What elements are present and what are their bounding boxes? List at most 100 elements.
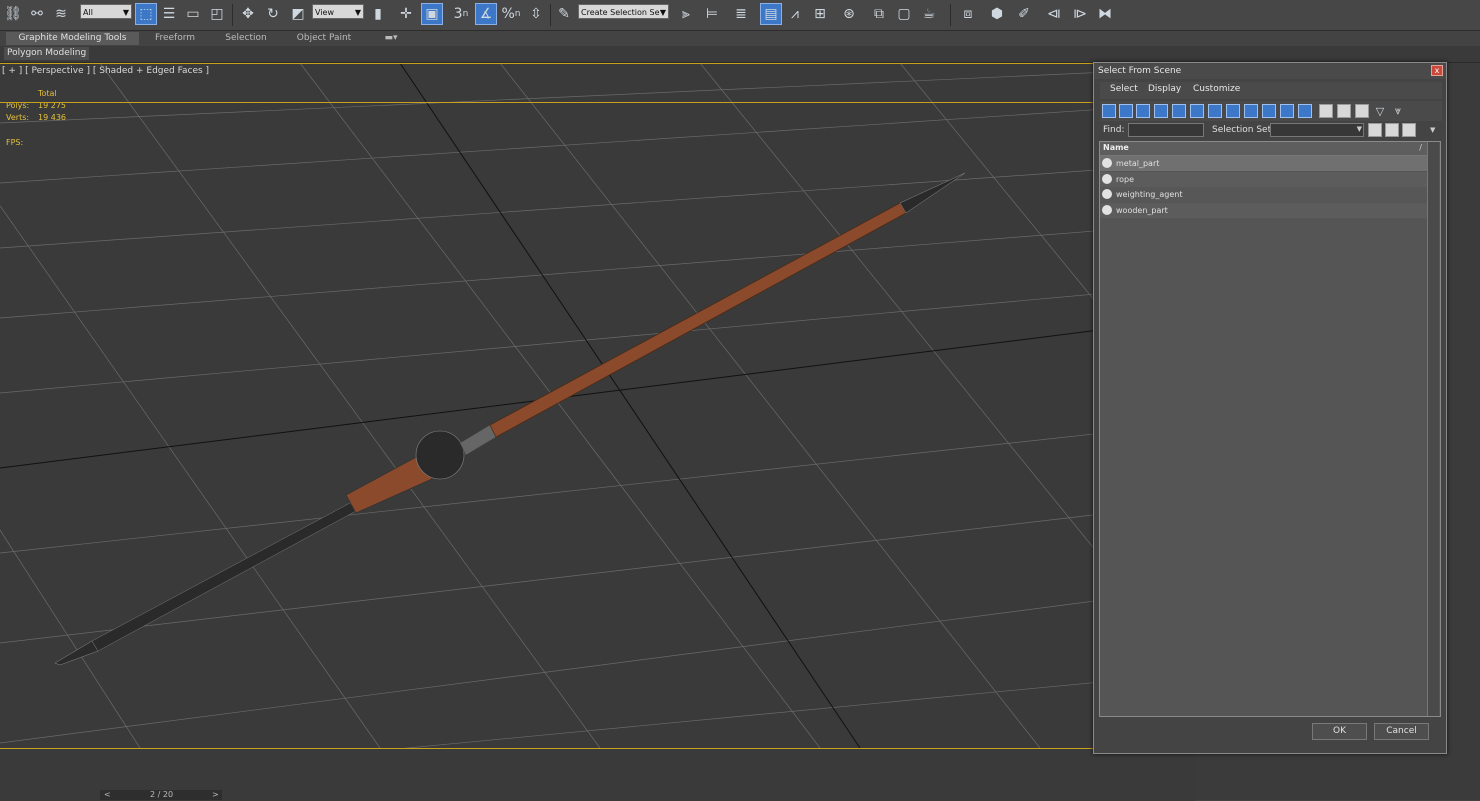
list-item[interactable]: metal_part (1100, 156, 1428, 171)
time-prev-button[interactable]: < (104, 790, 111, 799)
material-editor-icon[interactable]: ⊛ (838, 3, 860, 25)
list-scrollbar[interactable] (1427, 142, 1439, 716)
unlink-icon[interactable]: ⚯ (26, 3, 48, 25)
verts-label: Verts: (6, 113, 30, 122)
time-next-button[interactable]: > (212, 790, 219, 799)
selection-set-create-icon[interactable] (1368, 123, 1382, 137)
filter-geometry-icon[interactable] (1102, 104, 1116, 118)
spinner-snap-icon[interactable]: ⇳ (525, 3, 547, 25)
mirror-icon[interactable]: ⫸ (675, 3, 697, 25)
verts-value: 19 436 (38, 113, 66, 122)
ribbon-options-icon[interactable]: ▬▾ (380, 32, 402, 45)
close-icon[interactable]: x (1431, 65, 1443, 76)
tab-freeform[interactable]: Freeform (142, 32, 208, 45)
time-slider[interactable]: < 2 / 20 > (100, 790, 222, 800)
list-item[interactable]: weighting_agent (1100, 187, 1428, 202)
expand-icon[interactable]: ▼ (1430, 126, 1435, 134)
tab-selection[interactable]: Selection (212, 32, 280, 45)
container-icon[interactable]: ⬢ (986, 3, 1008, 25)
filter-icon[interactable]: ▽ (1372, 101, 1388, 121)
brush-preset-icon[interactable]: ✐ (1013, 3, 1035, 25)
filter-xrefs-icon[interactable] (1226, 104, 1240, 118)
geometry-icon (1102, 174, 1112, 184)
rotate-icon[interactable]: ↻ (262, 3, 284, 25)
perspective-viewport[interactable]: [ + ] [ Perspective ] [ Shaded + Edged F… (0, 63, 1195, 748)
filter-bones-icon[interactable] (1244, 104, 1258, 118)
filter-containers-icon[interactable] (1262, 104, 1276, 118)
find-input[interactable] (1128, 123, 1204, 137)
filter-lights-icon[interactable] (1136, 104, 1150, 118)
dialog-title-bar[interactable]: Select From Scene x (1094, 63, 1446, 79)
align-icon[interactable]: ⊨ (701, 3, 723, 25)
selection-filter-dropdown[interactable]: All ▼ (80, 4, 132, 19)
select-by-name-icon[interactable]: ☰ (158, 3, 180, 25)
auto-key-icon[interactable]: ⧓ (1094, 3, 1116, 25)
schematic-view-icon[interactable]: ⊞ (809, 3, 831, 25)
filter-hidden-icon[interactable] (1298, 104, 1312, 118)
key-mode-icon[interactable]: ⧏ (1043, 3, 1065, 25)
scene-object-list[interactable]: Name / metal_part rope weighting_agent w… (1099, 141, 1441, 717)
filter-frozen-icon[interactable] (1280, 104, 1294, 118)
toggle-scene-explorer-icon[interactable]: ⧈ (957, 3, 979, 25)
filter-cameras-icon[interactable] (1154, 104, 1168, 118)
cancel-button[interactable]: Cancel (1374, 723, 1429, 740)
toolbar-separator (550, 4, 551, 26)
window-crossing-icon[interactable]: ◰ (206, 3, 228, 25)
menu-select[interactable]: Select (1110, 84, 1138, 94)
selection-set-add-icon[interactable] (1385, 123, 1399, 137)
rendered-frame-window-icon[interactable]: ▢ (893, 3, 915, 25)
tab-graphite-modeling-tools[interactable]: Graphite Modeling Tools (6, 32, 139, 45)
set-key-icon[interactable]: ⧐ (1069, 3, 1091, 25)
display-none-icon[interactable] (1337, 104, 1351, 118)
chevron-down-icon: ▼ (122, 8, 129, 17)
display-invert-icon[interactable] (1355, 104, 1369, 118)
render-production-icon[interactable]: ☕ (918, 3, 940, 25)
pivot-point-icon[interactable]: ▮ (367, 3, 389, 25)
angle-snap-icon[interactable]: ∡ (475, 3, 497, 25)
snaps-toggle-icon[interactable]: 3n (450, 3, 472, 25)
scale-icon[interactable]: ◩ (287, 3, 309, 25)
keyboard-shortcut-override-icon[interactable]: ▣ (421, 3, 443, 25)
viewport-active-border (0, 102, 1095, 103)
rectangular-selection-icon[interactable]: ▭ (182, 3, 204, 25)
curve-editor-icon[interactable]: ⩘ (784, 3, 806, 25)
select-object-icon[interactable]: ⬚ (135, 3, 157, 25)
filter-helpers-icon[interactable] (1172, 104, 1186, 118)
dialog-filter-toolbar: ▽ ⩔ (1100, 101, 1442, 121)
spear-model[interactable] (54, 172, 966, 666)
ribbon-panel-bar: Polygon Modeling (0, 46, 1480, 63)
selection-filter-value: All (83, 8, 93, 17)
menu-customize[interactable]: Customize (1193, 84, 1240, 94)
layer-manager-icon[interactable]: ≣ (730, 3, 752, 25)
viewport-label[interactable]: [ + ] [ Perspective ] [ Shaded + Edged F… (2, 66, 209, 76)
manipulate-icon[interactable]: ✛ (395, 3, 417, 25)
display-all-icon[interactable] (1319, 104, 1333, 118)
filter-spacewarps-icon[interactable] (1190, 104, 1204, 118)
render-setup-icon[interactable]: ⧉ (868, 3, 890, 25)
percent-snap-icon[interactable]: % n (500, 3, 522, 25)
list-header[interactable]: Name / (1100, 142, 1428, 156)
ok-button[interactable]: OK (1312, 723, 1367, 740)
selection-set-remove-icon[interactable] (1402, 123, 1416, 137)
filter-options-icon[interactable]: ⩔ (1390, 101, 1406, 121)
link-icon[interactable]: ⛓ (2, 3, 24, 25)
filter-shapes-icon[interactable] (1119, 104, 1133, 118)
named-selection-sets-dropdown[interactable]: Create Selection Se ▼ (578, 4, 669, 19)
fps-label: FPS: (6, 138, 24, 147)
find-row: Find: Selection Set: ▼ ▼ (1100, 122, 1442, 139)
list-item[interactable]: wooden_part (1100, 203, 1428, 218)
list-item[interactable]: rope (1100, 172, 1428, 187)
selection-set-label: Selection Set: (1212, 125, 1275, 135)
bind-spacewarp-icon[interactable]: ≋ (50, 3, 72, 25)
reference-coordinate-dropdown[interactable]: View ▼ (312, 4, 364, 19)
graphite-toggle-icon[interactable]: ▤ (760, 3, 782, 25)
selection-set-dropdown[interactable]: ▼ (1270, 123, 1364, 137)
polygon-modeling-panel[interactable]: Polygon Modeling (4, 47, 90, 60)
tab-object-paint[interactable]: Object Paint (285, 32, 363, 45)
move-icon[interactable]: ✥ (237, 3, 259, 25)
edit-named-selection-icon[interactable]: ✎ (553, 3, 575, 25)
list-item-label: wooden_part (1116, 206, 1168, 215)
list-item-label: metal_part (1116, 159, 1160, 168)
menu-display[interactable]: Display (1148, 84, 1181, 94)
filter-groups-icon[interactable] (1208, 104, 1222, 118)
